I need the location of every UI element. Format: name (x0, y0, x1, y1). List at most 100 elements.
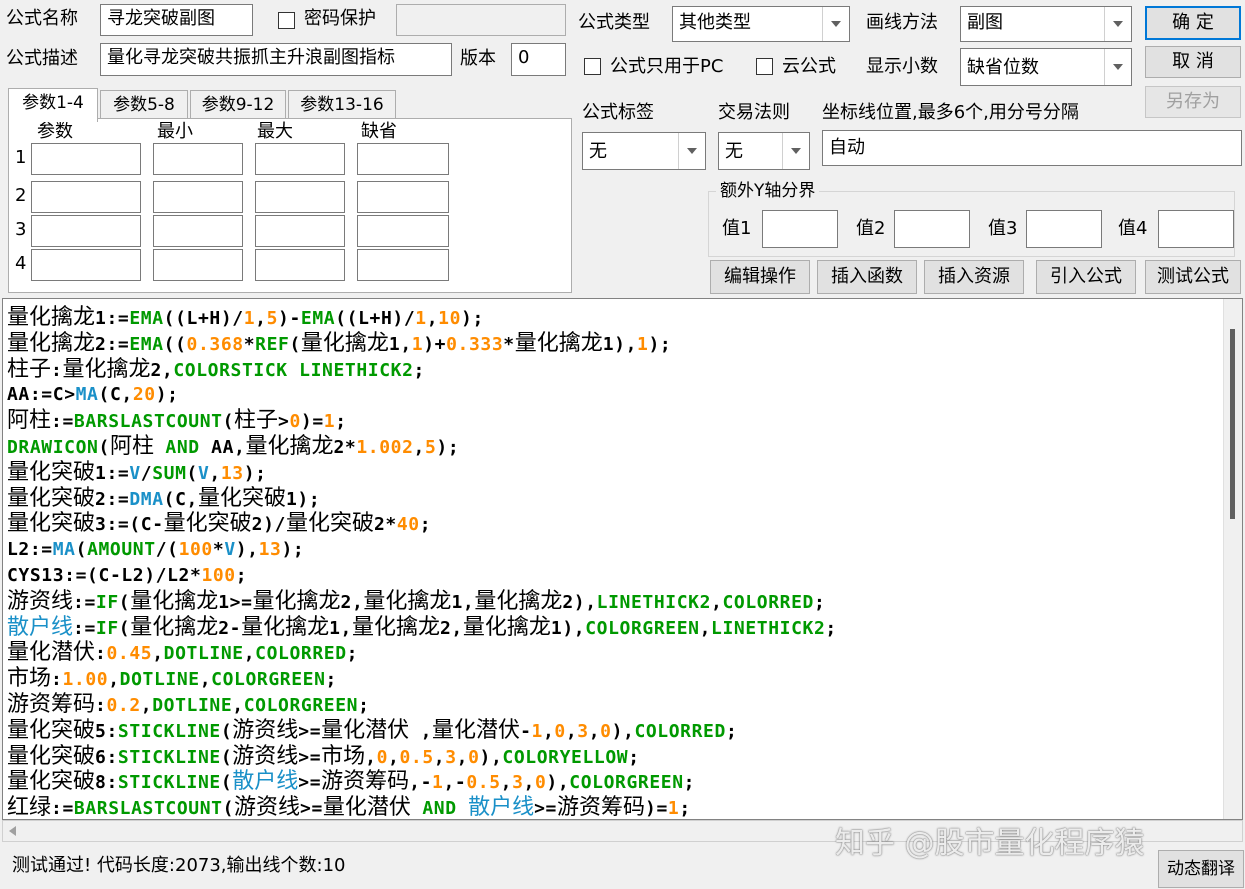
param-1-min-input[interactable] (153, 143, 243, 175)
password-checkbox[interactable] (278, 12, 295, 29)
axis-position-input[interactable]: 自动 (822, 130, 1242, 166)
code-line[interactable]: 量化擒龙2:=EMA((0.368*REF(量化擒龙1,1)+0.333*量化擒… (7, 331, 1218, 357)
dropdown-arrow-icon[interactable] (822, 7, 849, 41)
code-token: 量化擒龙 (300, 330, 389, 356)
y-value-3-input[interactable] (1026, 210, 1102, 248)
param-2-max-input[interactable] (255, 181, 345, 213)
password-input[interactable] (396, 4, 566, 36)
code-token: 5 (424, 436, 437, 458)
cloud-formula-label: 云公式 (782, 56, 836, 77)
param-2-name-input[interactable] (31, 181, 141, 213)
code-line[interactable]: 游资线:=IF(量化擒龙1>=量化擒龙2,量化擒龙1,量化擒龙2),LINETH… (7, 589, 1218, 615)
cloud-formula-checkbox[interactable] (756, 58, 773, 75)
code-line[interactable]: 散户线:=IF(量化擒龙2-量化擒龙1,量化擒龙2,量化擒龙1),COLORGR… (7, 615, 1218, 641)
code-token: 量化擒龙 (62, 356, 151, 382)
y-value-4-input[interactable] (1158, 210, 1234, 248)
param-2-min-input[interactable] (153, 181, 243, 213)
code-token: 8: (95, 772, 118, 794)
formula-type-select[interactable]: 其他类型 (672, 6, 850, 42)
formula-name-input[interactable]: 寻龙突破副图 (100, 4, 253, 36)
code-token: := (51, 411, 74, 433)
code-line[interactable]: 游资筹码:0.2,DOTLINE,COLORGREEN; (7, 692, 1218, 718)
param-4-name-input[interactable] (31, 249, 141, 281)
tab-params-5-8[interactable]: 参数5-8 (100, 90, 188, 120)
insert-resource-button[interactable]: 插入资源 (924, 260, 1024, 294)
save-as-button[interactable]: 另存为 (1145, 86, 1241, 118)
code-token: ,- (443, 772, 467, 794)
code-line[interactable]: 红绿:=BARSLASTCOUNT(游资线>=量化潜伏 AND 散户线>=游资筹… (7, 795, 1218, 820)
edit-operations-button[interactable]: 编辑操作 (710, 260, 810, 294)
param-1-max-input[interactable] (255, 143, 345, 175)
y-value-1-input[interactable] (762, 210, 838, 248)
param-4-max-input[interactable] (255, 249, 345, 281)
y-value-2-input[interactable] (894, 210, 970, 248)
code-line[interactable]: 市场:1.00,DOTLINE,COLORGREEN; (7, 666, 1218, 692)
param-4-min-input[interactable] (153, 249, 243, 281)
code-line[interactable]: L2:=MA(AMOUNT/(100*V),13); (7, 537, 1218, 563)
code-token: STICKLINE (117, 720, 221, 742)
param-3-max-input[interactable] (255, 215, 345, 247)
tab-params-1-4[interactable]: 参数1-4 (8, 88, 98, 122)
dropdown-arrow-icon[interactable] (782, 133, 809, 169)
code-line[interactable]: AA:=C>MA(C,20); (7, 382, 1218, 408)
pc-only-checkbox[interactable] (584, 58, 601, 75)
param-3-default-input[interactable] (357, 215, 449, 247)
code-token: , (243, 643, 256, 665)
code-token: )/ (392, 308, 416, 329)
code-token: 2, (440, 617, 463, 639)
code-token: , (121, 384, 133, 406)
formula-tag-select[interactable]: 无 (582, 132, 706, 170)
param-3-name-input[interactable] (31, 215, 141, 247)
scroll-left-icon[interactable] (9, 826, 16, 836)
code-token: ( (163, 488, 176, 510)
scrollbar-thumb[interactable] (1230, 329, 1235, 519)
param-2-default-input[interactable] (357, 181, 449, 213)
param-row-label: 1 (15, 147, 27, 168)
tab-params-9-12[interactable]: 参数9-12 (190, 90, 286, 120)
formula-desc-label: 公式描述 (6, 48, 78, 69)
insert-function-button[interactable]: 插入函数 (817, 260, 917, 294)
param-1-default-input[interactable] (357, 143, 449, 175)
code-token: ; (725, 720, 738, 742)
code-token: 1, (451, 591, 475, 613)
import-formula-button[interactable]: 引入公式 (1036, 260, 1136, 294)
code-line[interactable]: 量化潜伏:0.45,DOTLINE,COLORRED; (7, 640, 1218, 666)
decimals-select[interactable]: 缺省位数 (960, 48, 1132, 86)
code-content[interactable]: 量化擒龙1:=EMA((L+H)/1,5)-EMA((L+H)/1,10); 量化… (7, 305, 1218, 820)
param-1-name-input[interactable] (31, 143, 141, 175)
ok-button[interactable]: 确 定 (1145, 6, 1241, 40)
formula-desc-input[interactable]: 量化寻龙突破共振抓主升浪副图指标 (100, 43, 452, 76)
vertical-scrollbar[interactable] (1223, 299, 1242, 819)
code-token: ), (546, 772, 570, 794)
code-line[interactable]: 量化突破8:STICKLINE(散户线>=游资筹码,-1,-0.5,3,0),C… (7, 769, 1218, 795)
code-token: * (503, 333, 515, 355)
trade-rule-select[interactable]: 无 (718, 132, 810, 170)
code-line[interactable]: 量化突破2:=DMA(C,量化突破1); (7, 486, 1218, 512)
dropdown-arrow-icon[interactable] (1104, 49, 1131, 85)
dropdown-arrow-icon[interactable] (1104, 7, 1131, 41)
code-line[interactable]: 量化擒龙1:=EMA((L+H)/1,5)-EMA((L+H)/1,10); (7, 305, 1218, 331)
code-line[interactable]: 柱子:量化擒龙2,COLORSTICK LINETHICK2; (7, 357, 1218, 383)
code-line[interactable]: 量化突破5:STICKLINE(游资线>=量化潜伏 ,量化潜伏-1,0,3,0)… (7, 718, 1218, 744)
version-input[interactable]: 0 (511, 43, 566, 76)
draw-method-select[interactable]: 副图 (960, 6, 1132, 42)
test-formula-button[interactable]: 测试公式 (1145, 260, 1241, 294)
decimals-value: 缺省位数 (967, 57, 1039, 78)
code-line[interactable]: CYS13:=(C-L2)/L2*100; (7, 563, 1218, 589)
dropdown-arrow-icon[interactable] (678, 133, 705, 169)
code-token: 5 (266, 308, 279, 329)
code-editor[interactable]: 量化擒龙1:=EMA((L+H)/1,5)-EMA((L+H)/1,10); 量化… (2, 298, 1243, 820)
param-3-min-input[interactable] (153, 215, 243, 247)
code-token: )= (645, 798, 668, 820)
code-line[interactable]: 量化突破3:=(C-量化突破2)/量化突破2*40; (7, 511, 1218, 537)
code-line[interactable]: 阿柱:=BARSLASTCOUNT(柱子>0)=1; (7, 408, 1218, 434)
dynamic-translate-button[interactable]: 动态翻译 (1158, 850, 1244, 888)
param-4-default-input[interactable] (357, 249, 449, 281)
code-line[interactable]: 量化突破1:=V/SUM(V,13); (7, 460, 1218, 486)
code-line[interactable]: 量化突破6:STICKLINE(游资线>=市场,0,0.5,3,0),COLOR… (7, 744, 1218, 770)
code-token: 1>= (218, 591, 253, 613)
cancel-button[interactable]: 取 消 (1145, 46, 1241, 78)
code-line[interactable]: DRAWICON(阿柱 AND AA,量化擒龙2*1.002,5); (7, 434, 1218, 460)
tab-params-13-16[interactable]: 参数13-16 (288, 90, 396, 120)
